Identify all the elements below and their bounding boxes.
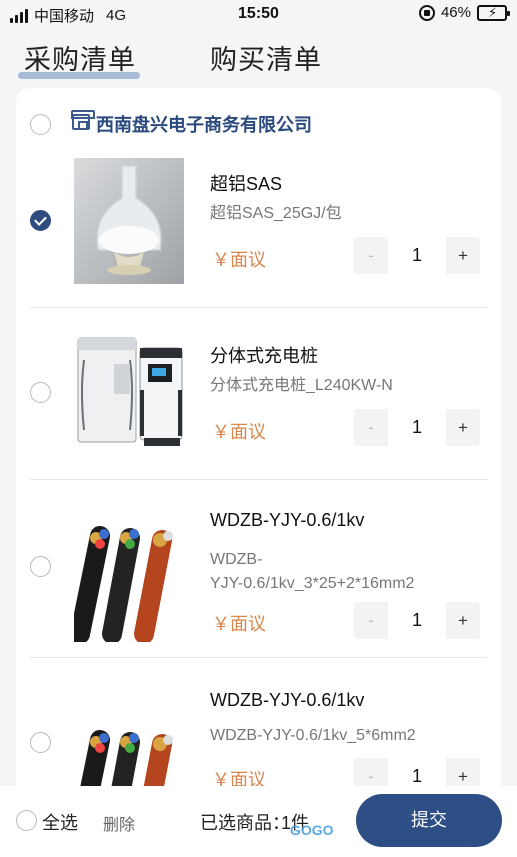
item-divider <box>30 479 487 480</box>
item-divider <box>30 657 487 658</box>
tab-buy-list[interactable]: 购买清单 <box>210 38 322 77</box>
store-select-radio[interactable] <box>30 114 51 135</box>
checkout-bar: 全选 删除 已选商品： 1件 GOGO 提交 <box>0 786 517 857</box>
item-price: ￥面议 <box>212 250 266 270</box>
item-spec: WDZB-YJY-0.6/1kv_5*6mm2 <box>210 727 416 744</box>
item-title[interactable]: WDZB-YJY-0.6/1kv <box>210 690 364 711</box>
status-bar: 中国移动 4G 15:50 46% ⚡ <box>0 0 517 28</box>
increase-button[interactable]: + <box>446 409 480 446</box>
item-title[interactable]: WDZB-YJY-0.6/1kv <box>210 510 364 531</box>
battery-icon: ⚡ <box>477 4 510 21</box>
powder-flask-image[interactable] <box>74 158 184 284</box>
delete-button[interactable]: 删除 <box>103 811 135 835</box>
selected-count-label: 已选商品： <box>200 813 290 833</box>
decrease-button[interactable]: - <box>354 602 388 639</box>
select-all-label[interactable]: 全选 <box>42 809 78 835</box>
item-price: ￥面议 <box>212 422 266 442</box>
cable-image[interactable] <box>74 516 184 642</box>
item-select-radio[interactable] <box>30 210 51 231</box>
quantity-stepper: - 1 + <box>354 237 480 274</box>
cart-item: 分体式充电桩 分体式充电桩_L240KW-N ￥面议 - 1 + <box>16 330 501 480</box>
item-spec-line: WDZB- <box>210 551 263 568</box>
store-name[interactable]: 西南盘兴电子商务有限公司 <box>96 111 312 137</box>
item-divider <box>30 307 487 308</box>
select-all-radio[interactable] <box>16 810 37 831</box>
tab-bar: 采购清单 购买清单 <box>0 38 517 84</box>
item-spec-line: YJY-0.6/1kv_3*25+2*16mm2 <box>210 575 415 592</box>
store-header: 西南盘兴电子商务有限公司 <box>16 108 501 140</box>
item-price: ￥面议 <box>212 614 266 634</box>
quantity-value[interactable]: 1 <box>388 237 446 274</box>
watermark-logo: GOGO <box>290 822 334 838</box>
item-title[interactable]: 超铝SAS <box>210 170 282 196</box>
item-spec: 分体式充电桩_L240KW-N <box>210 377 393 394</box>
submit-button[interactable]: 提交 <box>356 794 502 847</box>
charging-bolt-icon: ⚡ <box>488 4 498 20</box>
increase-button[interactable]: + <box>446 602 480 639</box>
tab-purchase-list[interactable]: 采购清单 <box>24 38 136 77</box>
status-right: 46% ⚡ <box>418 4 510 21</box>
rotation-lock-icon <box>418 4 435 21</box>
quantity-value[interactable]: 1 <box>388 409 446 446</box>
battery-percent: 46% <box>440 4 471 21</box>
store-icon <box>71 110 95 130</box>
quantity-value[interactable]: 1 <box>388 602 446 639</box>
item-spec: 超铝SAS_25GJ/包 <box>210 205 342 222</box>
charging-pile-image[interactable] <box>74 330 192 456</box>
cart-card: 西南盘兴电子商务有限公司 超铝SAS 超铝SAS_25GJ/包 ￥面议 - 1 … <box>16 88 501 828</box>
decrease-button[interactable]: - <box>354 237 388 274</box>
cart-item: WDZB-YJY-0.6/1kv WDZB- YJY-0.6/1kv_3*25+… <box>16 498 501 658</box>
item-select-radio[interactable] <box>30 382 51 403</box>
quantity-stepper: - 1 + <box>354 409 480 446</box>
decrease-button[interactable]: - <box>354 409 388 446</box>
item-select-radio[interactable] <box>30 732 51 753</box>
item-spec: WDZB- YJY-0.6/1kv_3*25+2*16mm2 <box>210 548 490 596</box>
increase-button[interactable]: + <box>446 237 480 274</box>
quantity-stepper: - 1 + <box>354 602 480 639</box>
item-title[interactable]: 分体式充电桩 <box>210 342 318 368</box>
item-select-radio[interactable] <box>30 556 51 577</box>
cart-item: 超铝SAS 超铝SAS_25GJ/包 ￥面议 - 1 + <box>16 158 501 308</box>
